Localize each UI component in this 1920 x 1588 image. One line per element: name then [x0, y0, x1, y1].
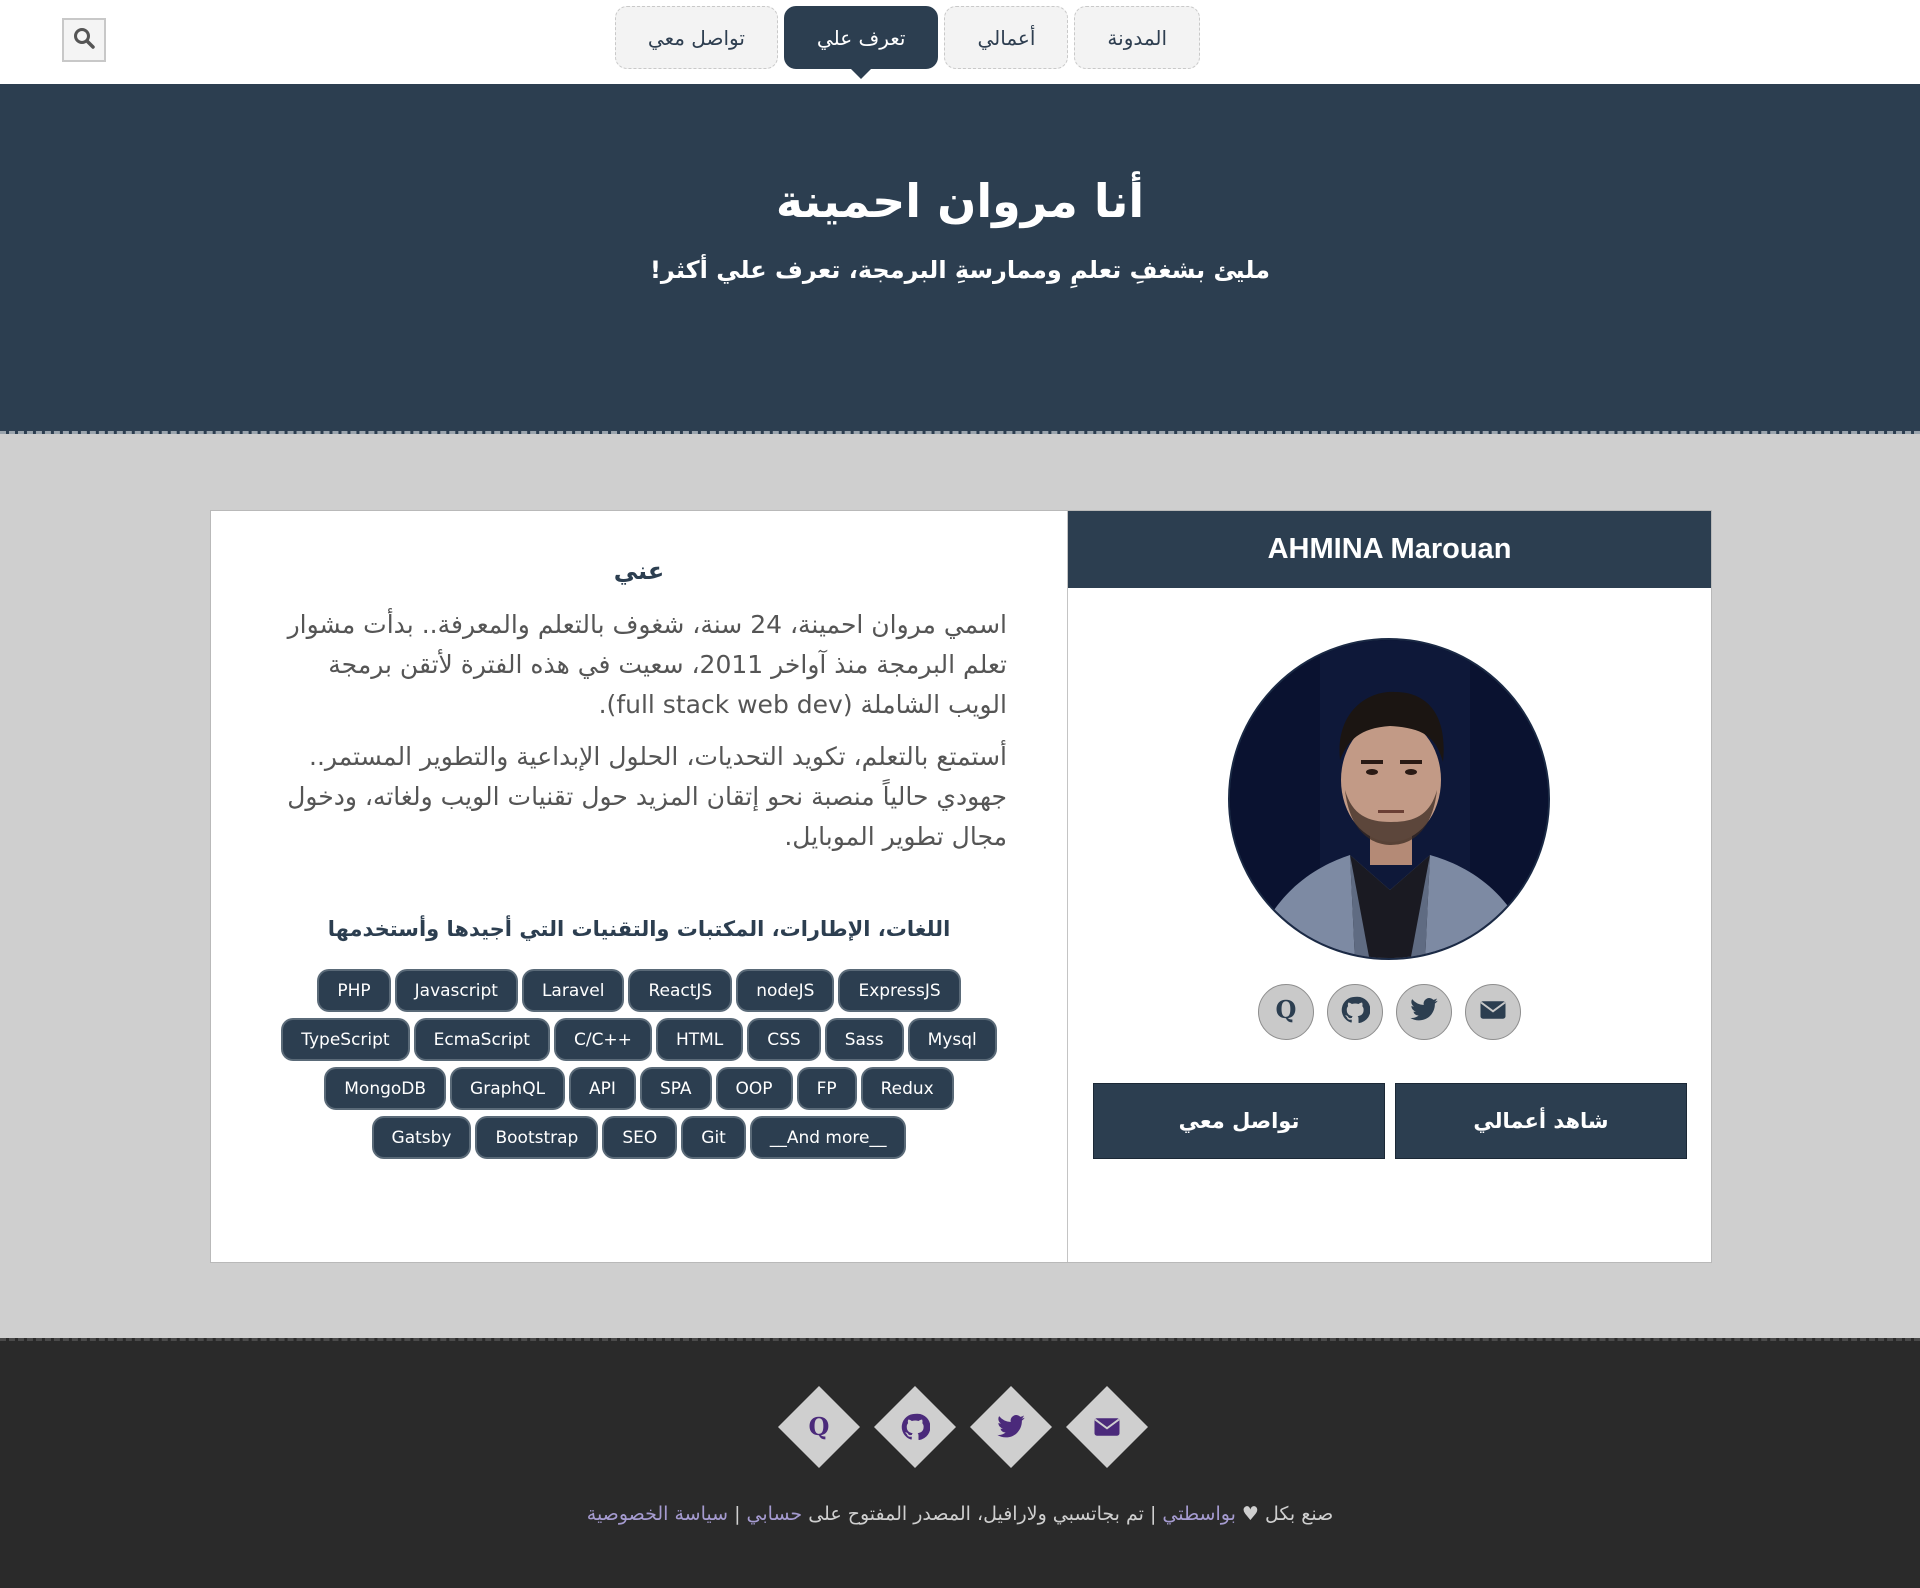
skill-tag: TypeScript: [283, 1020, 408, 1059]
skill-tag: ExpressJS: [840, 971, 959, 1010]
contact-me-button[interactable]: تواصل معي: [1094, 1084, 1384, 1158]
svg-text:Q: Q: [809, 1412, 830, 1441]
footer-privacy-link[interactable]: سياسة الخصوصية: [587, 1503, 728, 1525]
about-card: عني اسمي مروان احمينة، 24 سنة، شغوف بالت…: [210, 510, 1712, 1263]
skill-tag: SPA: [641, 1069, 710, 1108]
skill-tag: ReactJS: [630, 971, 731, 1010]
skills-heading: اللغات، الإطارات، المكتبات والتقنيات الت…: [327, 917, 951, 941]
hero-subtitle: مليئ بشغفِ تعلمِ وممارسةِ البرمجة، تعرف …: [649, 256, 1270, 284]
main-nav: المدونة أعمالي تعرف علي تواصل معي: [614, 6, 1201, 79]
profile-twitter-link[interactable]: [1396, 984, 1452, 1040]
footer-by-me-link[interactable]: بواسطتي: [1162, 1503, 1235, 1525]
profile-name: AHMINA Marouan: [1068, 511, 1711, 588]
heart-icon: ♥: [1241, 1503, 1259, 1525]
skill-tag: C/C++: [555, 1020, 650, 1059]
profile-social-links: Q: [1258, 984, 1521, 1040]
skill-tag: Bootstrap: [477, 1118, 597, 1157]
skill-tag: FP: [798, 1069, 855, 1108]
skills-list: PHP Javascript Laravel ReactJS nodeJS Express…: [271, 971, 1007, 1157]
about-heading: عني: [613, 557, 665, 585]
quora-icon: Q: [804, 1412, 834, 1442]
profile-actions: تواصل معي شاهد أعمالي: [1094, 1084, 1686, 1158]
twitter-icon: [1409, 995, 1439, 1029]
github-icon: [1340, 995, 1371, 1029]
skill-tag: HTML: [657, 1020, 742, 1059]
quora-icon: Q: [1271, 995, 1301, 1029]
skill-tag: SEO: [604, 1118, 676, 1157]
skill-tag: Redux: [862, 1069, 952, 1108]
envelope-icon: [1092, 1412, 1122, 1442]
skill-tag: PHP: [319, 971, 389, 1010]
profile-panel: AHMINA Marouan Q تواصل معي شاهد أعمالي: [1068, 511, 1711, 1262]
skill-tag: OOP: [717, 1069, 791, 1108]
footer-quora-link[interactable]: Q: [777, 1385, 861, 1469]
footer-social-links: Q: [777, 1385, 1149, 1469]
skill-tag: Laravel: [523, 971, 623, 1010]
skill-tag: Javascript: [396, 971, 516, 1010]
profile-email-link[interactable]: [1465, 984, 1521, 1040]
skill-tag: CSS: [749, 1020, 819, 1059]
svg-text:Q: Q: [1276, 995, 1297, 1024]
about-paragraph-2: أستمتع بالتعلم، تكويد التحديات، الحلول ا…: [287, 742, 1007, 851]
hero-section: أنا مروان احمينة مليئ بشغفِ تعلمِ وممارس…: [0, 84, 1920, 434]
nav-item-about[interactable]: تعرف علي: [783, 6, 939, 79]
skill-tag: nodeJS: [738, 971, 833, 1010]
profile-quora-link[interactable]: Q: [1258, 984, 1314, 1040]
hero-title: أنا مروان احمينة: [775, 174, 1145, 228]
skill-tag: MongoDB: [326, 1069, 445, 1108]
envelope-icon: [1478, 995, 1508, 1029]
view-works-button[interactable]: شاهد أعمالي: [1396, 1084, 1686, 1158]
footer-built-with: تم بجاتسبي ولارافيل، المصدر المفتوح على: [808, 1503, 1144, 1525]
about-panel: عني اسمي مروان احمينة، 24 سنة، شغوف بالت…: [211, 511, 1068, 1262]
about-paragraph-1: اسمي مروان احمينة، 24 سنة، شغوف بالتعلم …: [287, 610, 1007, 719]
twitter-icon: [996, 1412, 1026, 1442]
skill-tag: API: [571, 1069, 634, 1108]
top-navbar: المدونة أعمالي تعرف علي تواصل معي: [0, 0, 1920, 84]
profile-github-link[interactable]: [1327, 984, 1383, 1040]
nav-item-works[interactable]: أعمالي: [944, 6, 1069, 69]
avatar: [1228, 638, 1550, 960]
footer-github-link[interactable]: [873, 1385, 957, 1469]
skill-tag: Sass: [826, 1020, 902, 1059]
skill-tag: Gatsby: [373, 1118, 470, 1157]
nav-item-contact[interactable]: تواصل معي: [614, 6, 778, 69]
footer-my-account-link[interactable]: حسابي: [747, 1503, 803, 1525]
skill-tag: EcmaScript: [415, 1020, 548, 1059]
skill-tag: GraphQL: [452, 1069, 564, 1108]
nav-item-blog[interactable]: المدونة: [1074, 6, 1201, 69]
footer-separator: |: [734, 1503, 741, 1525]
footer-made-with: صنع بكل: [1265, 1503, 1334, 1525]
skill-tag: __And more__: [751, 1118, 905, 1157]
footer: Q صنع بكل ♥ بواسطتي | تم بجاتسبي ولارافي…: [0, 1338, 1920, 1588]
skill-tag: Mysql: [909, 1020, 995, 1059]
footer-credits: صنع بكل ♥ بواسطتي | تم بجاتسبي ولارافيل،…: [0, 1503, 1920, 1525]
footer-separator: |: [1149, 1503, 1157, 1525]
footer-email-link[interactable]: [1065, 1385, 1149, 1469]
footer-twitter-link[interactable]: [969, 1385, 1053, 1469]
github-icon: [900, 1412, 930, 1442]
skill-tag: Git: [683, 1118, 744, 1157]
